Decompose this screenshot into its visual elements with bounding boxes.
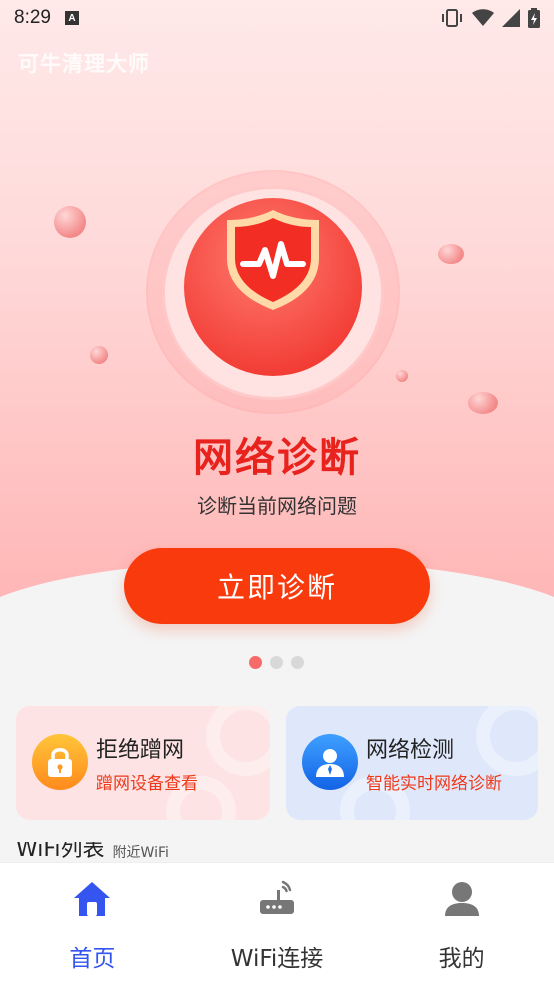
decor-bubble (90, 346, 108, 364)
card-description: 智能实时网络诊断 (366, 774, 502, 794)
card-decoration (206, 706, 270, 776)
status-icons (440, 8, 540, 28)
card-title: 拒绝蹭网 (96, 738, 185, 763)
card-decoration (476, 706, 538, 776)
decor-bubble (54, 206, 86, 238)
carousel-indicator (249, 656, 304, 669)
status-bar: 8:29 A (0, 0, 554, 36)
carousel-dot[interactable] (249, 656, 262, 669)
shield-pulse-icon (227, 210, 319, 310)
wifi-signal-icon (472, 9, 494, 26)
diagnose-now-button[interactable]: 立即诊断 (124, 548, 430, 624)
wifi-list-subtitle: 附近WiFi (112, 845, 169, 861)
home-icon (72, 879, 112, 919)
nav-label: 我的 (438, 946, 485, 972)
lock-icon (48, 748, 72, 777)
nav-label: 首页 (69, 946, 116, 972)
carousel-dot[interactable] (270, 656, 283, 669)
card-description: 蹭网设备查看 (96, 774, 198, 794)
card-title: 网络检测 (366, 738, 455, 763)
user-icon (316, 749, 344, 777)
nav-item-mine[interactable]: 我的 (369, 863, 554, 984)
profile-icon (442, 879, 482, 919)
page-subtitle: 诊断当前网络问题 (197, 494, 357, 518)
cell-signal-icon (502, 9, 520, 27)
nav-item-wifi[interactable]: WiFi连接 (185, 863, 370, 984)
decor-bubble (438, 244, 464, 264)
wifi-list-header: WiFi列表 附近WiFi (16, 842, 169, 864)
bottom-navigation: 首页 WiFi连接 我的 (0, 862, 554, 984)
router-icon (257, 879, 297, 919)
anti-freeloader-card[interactable]: 拒绝蹭网 蹭网设备查看 (16, 706, 270, 820)
status-time: 8:29 (14, 7, 51, 28)
battery-icon (528, 8, 540, 28)
network-check-card[interactable]: 网络检测 智能实时网络诊断 (286, 706, 538, 820)
user-icon-badge (302, 734, 358, 790)
nav-item-home[interactable]: 首页 (0, 863, 185, 984)
vibrate-icon (442, 9, 462, 27)
nav-label: WiFi连接 (230, 946, 324, 972)
lock-icon-badge (32, 734, 88, 790)
diagnose-graphic[interactable] (148, 172, 398, 412)
app-title: 可牛清理大师 (18, 52, 150, 76)
notification-icon: A (64, 11, 79, 25)
decor-bubble (468, 392, 498, 414)
wifi-list-title: WiFi列表 (16, 842, 105, 862)
carousel-dot[interactable] (291, 656, 304, 669)
page-title: 网络诊断 (193, 435, 361, 481)
